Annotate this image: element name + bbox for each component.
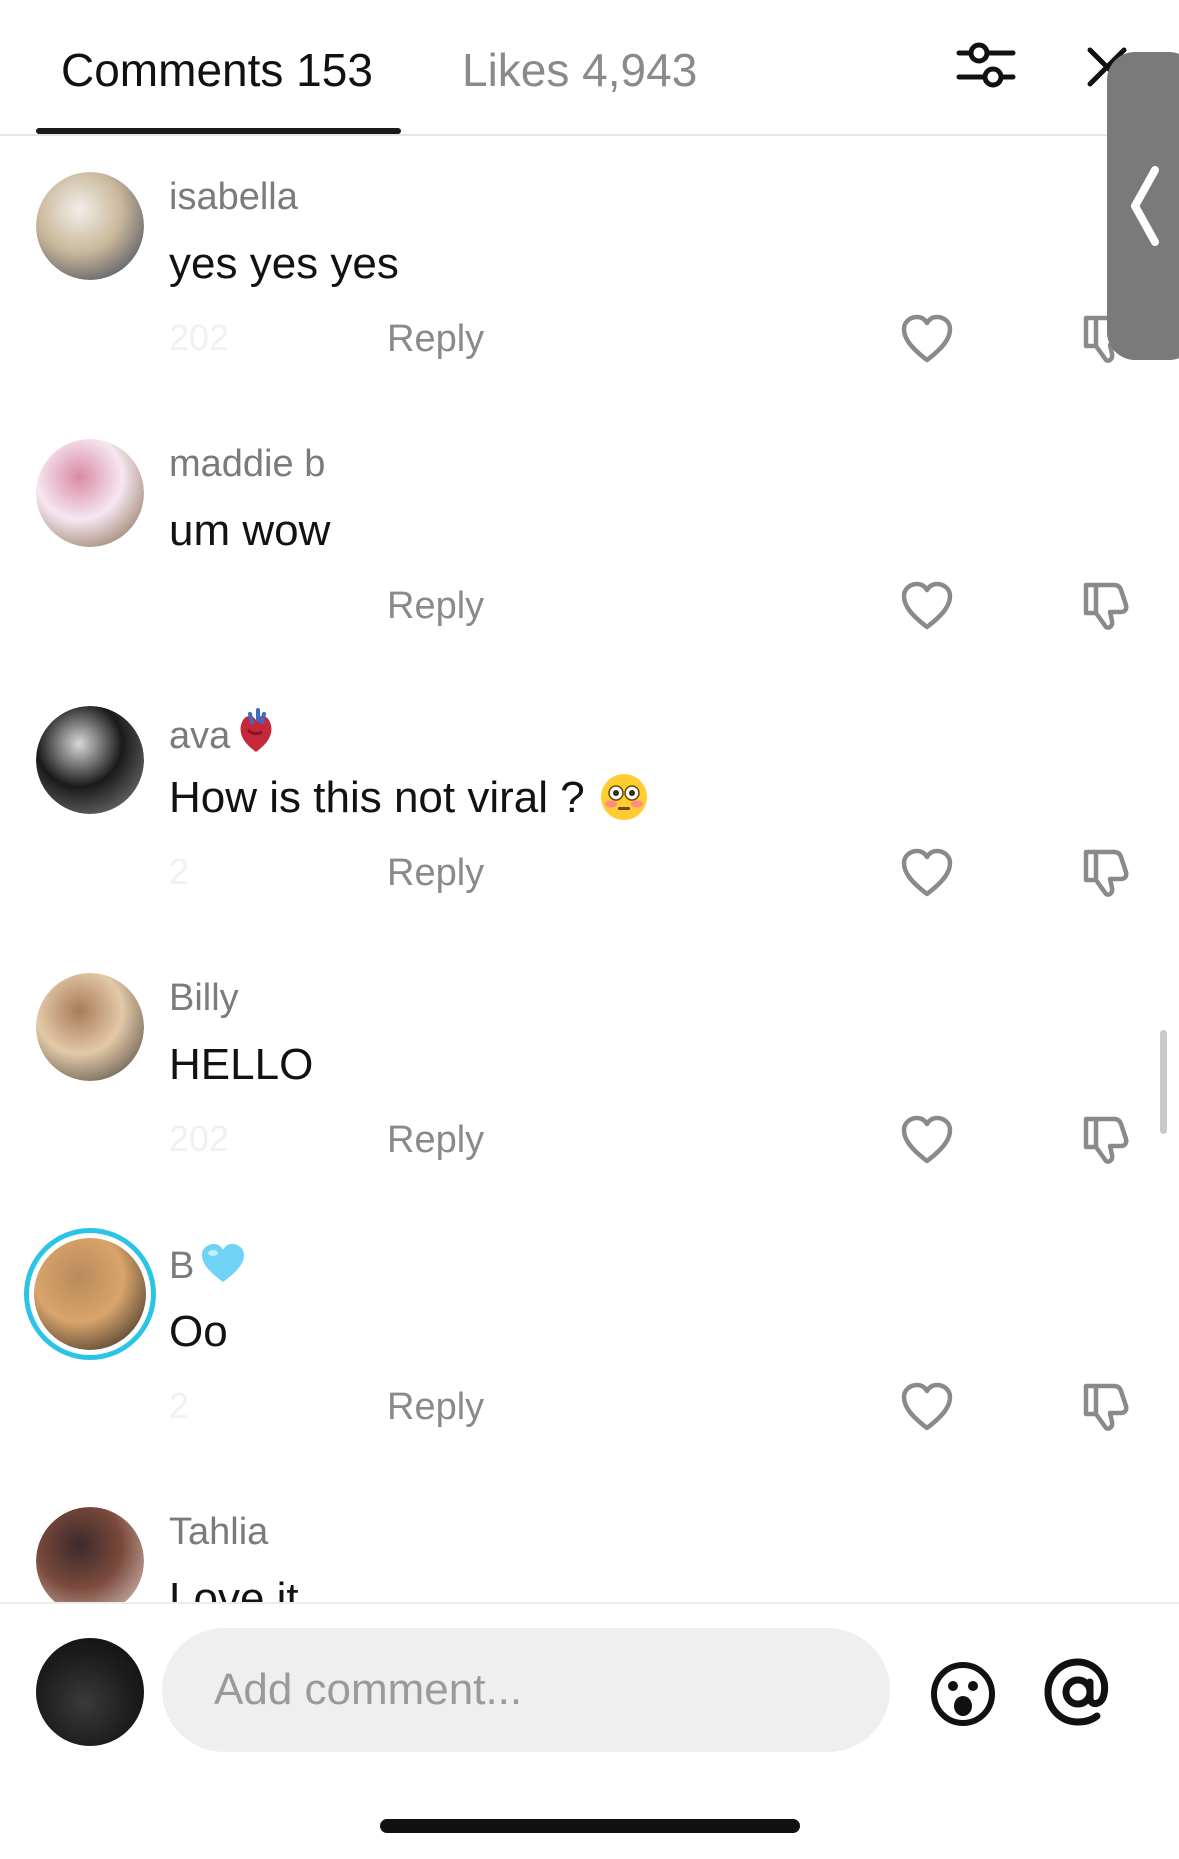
comment-item[interactable]: isabella yes yes yes 202 Reply [0, 136, 1179, 403]
commenter-avatar[interactable] [24, 1228, 156, 1360]
comment-username[interactable]: maddie b [169, 441, 325, 487]
comment-item[interactable]: TahliaLove itReply [0, 1471, 1179, 1602]
sliders-icon [956, 42, 1016, 88]
username-text: maddie b [169, 443, 326, 485]
filter-button[interactable] [955, 38, 1017, 92]
smiley-icon [931, 1662, 995, 1726]
thumbs-down-outline-icon [1083, 849, 1129, 897]
avatar-image [36, 1507, 144, 1602]
comment-date: 202 [169, 317, 230, 358]
like-button[interactable] [900, 1382, 954, 1432]
comment-username[interactable]: Billy [169, 975, 239, 1021]
heart-outline-icon [901, 848, 953, 897]
thumbs-down-outline-icon [1083, 1116, 1129, 1164]
tab-likes[interactable]: Likes 4,943 [462, 42, 697, 98]
comment-date: 2 [169, 1385, 190, 1426]
like-button[interactable] [900, 1115, 954, 1165]
comment-text-content: HELLO [169, 1040, 314, 1089]
comment-item[interactable]: Billy HELLO 202 Reply [0, 937, 1179, 1204]
comment-input[interactable] [162, 1628, 890, 1752]
comment-list[interactable]: isabella yes yes yes 202 Reply maddie b um wo… [0, 136, 1179, 1602]
like-button[interactable] [900, 314, 954, 364]
dislike-button[interactable] [1078, 1113, 1132, 1167]
commenter-avatar[interactable] [36, 439, 144, 547]
commenter-avatar[interactable] [36, 172, 144, 280]
avatar-image [36, 439, 144, 547]
mention-button[interactable] [1042, 1656, 1114, 1728]
side-pull-tab[interactable] [1107, 52, 1179, 360]
emoji-button[interactable] [929, 1660, 997, 1728]
chevron-left-icon [1131, 166, 1159, 246]
light-blue-heart-emoji [200, 1242, 246, 1295]
username-text: ava [169, 715, 231, 757]
comment-text-content: yes yes yes [169, 239, 399, 288]
comment-username[interactable]: B [169, 1242, 246, 1295]
like-button[interactable] [900, 848, 954, 898]
avatar-image [34, 1238, 146, 1350]
current-user-avatar[interactable] [36, 1638, 144, 1746]
comment-text: Love it [169, 1571, 299, 1602]
username-text: Billy [169, 977, 239, 1019]
comment-text: How is this not viral ? [169, 770, 649, 836]
commenter-avatar[interactable] [36, 706, 144, 814]
reply-button[interactable]: Reply [387, 583, 484, 629]
commenter-avatar[interactable] [36, 973, 144, 1081]
reply-button[interactable]: Reply [387, 1384, 484, 1430]
comment-text: um wow [169, 503, 330, 559]
reply-button[interactable]: Reply [387, 316, 484, 362]
active-tab-indicator [36, 128, 401, 134]
comment-text: HELLO [169, 1037, 313, 1093]
avatar-image [36, 172, 144, 280]
comment-text-content: Oo [169, 1307, 228, 1356]
comment-username[interactable]: ava [169, 708, 276, 765]
comment-item[interactable]: ava How is this not viral ? 2 Reply [0, 670, 1179, 937]
comment-text: yes yes yes [169, 236, 399, 292]
commenter-avatar[interactable] [36, 1507, 144, 1602]
comment-item[interactable]: maddie b um wow Reply [0, 403, 1179, 670]
thumbs-down-outline-icon [1083, 1383, 1129, 1431]
comment-item[interactable]: B Oo 2 Reply [0, 1204, 1179, 1471]
like-button[interactable] [900, 581, 954, 631]
dislike-button[interactable] [1078, 1380, 1132, 1434]
comment-username[interactable]: isabella [169, 174, 298, 220]
flushed-face-emoji [599, 772, 649, 836]
comment-text: Oo [169, 1304, 228, 1360]
heart-outline-icon [901, 1382, 953, 1431]
avatar-image [36, 973, 144, 1081]
comment-username[interactable]: Tahlia [169, 1509, 268, 1555]
comment-text-content: Love it [169, 1574, 299, 1602]
dislike-button[interactable] [1078, 846, 1132, 900]
comments-header: Comments 153 Likes 4,943 [0, 0, 1179, 136]
comment-text-content: um wow [169, 506, 331, 555]
heart-outline-icon [901, 581, 953, 630]
anatomical-heart-emoji [236, 708, 276, 765]
username-text: B [169, 1245, 195, 1287]
thumbs-down-outline-icon [1083, 582, 1129, 630]
username-text: isabella [169, 176, 298, 218]
dislike-button[interactable] [1078, 579, 1132, 633]
reply-button[interactable]: Reply [387, 1117, 484, 1163]
home-indicator[interactable] [380, 1819, 800, 1833]
avatar-image [36, 706, 144, 814]
tab-comments[interactable]: Comments 153 [61, 42, 373, 98]
comment-date: 2 [169, 851, 190, 892]
reply-button[interactable]: Reply [387, 850, 484, 896]
heart-outline-icon [901, 314, 953, 363]
scrollbar[interactable] [1160, 1030, 1167, 1134]
at-sign-icon [1044, 1658, 1109, 1726]
username-text: Tahlia [169, 1511, 269, 1553]
comment-text-content: How is this not viral ? [169, 773, 585, 822]
comments-sheet: Comments 153 Likes 4,943 isabella yes yes… [0, 0, 1179, 1859]
heart-outline-icon [901, 1115, 953, 1164]
comment-date: 202 [169, 1118, 230, 1159]
